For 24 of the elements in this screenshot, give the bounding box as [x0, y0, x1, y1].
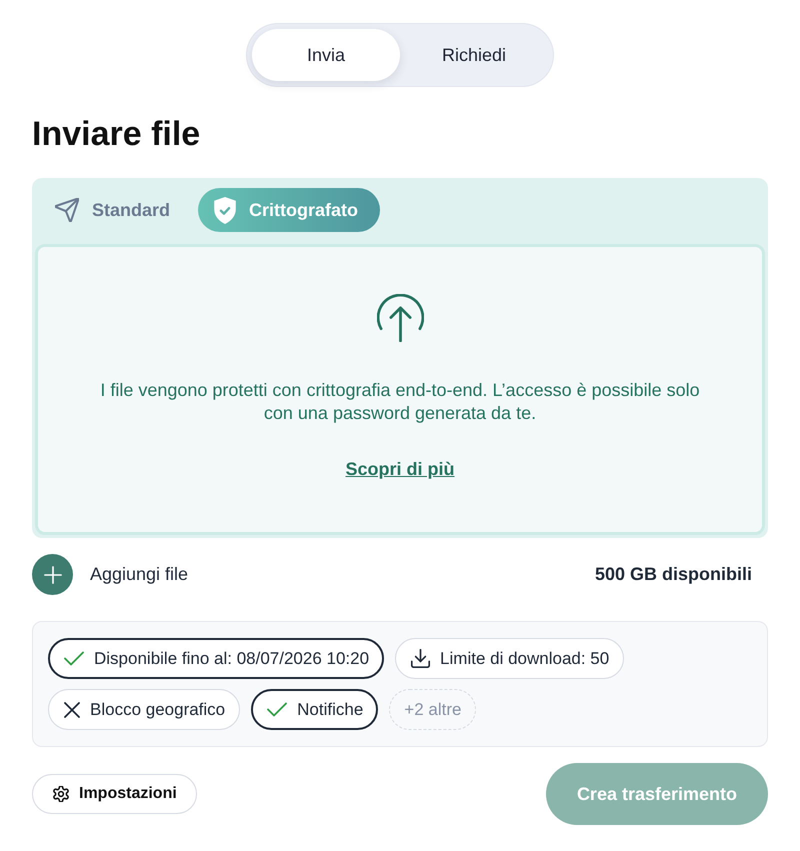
upload-icon [376, 294, 424, 342]
mode-tab[interactable]: Richiedi [400, 29, 548, 81]
shield-check-icon [214, 196, 236, 224]
option-chip[interactable]: Limite di download: 50 [395, 638, 624, 679]
option-chip[interactable]: Notifiche [251, 689, 378, 730]
option-chip[interactable]: Blocco geografico [48, 689, 240, 730]
paper-plane-icon [55, 198, 79, 222]
learn-more-link[interactable]: Scopri di più [345, 459, 454, 480]
check-icon [267, 702, 288, 717]
mode-tab[interactable]: Invia [252, 29, 400, 81]
plus-icon [44, 566, 62, 584]
storage-available: 500 GB disponibili [594, 564, 752, 585]
check-icon [64, 651, 84, 666]
add-file-label[interactable]: Aggiungi file [90, 564, 188, 585]
page-title: Inviare file [32, 114, 202, 154]
settings-icon [53, 786, 69, 802]
option-chip[interactable]: Disponibile fino al: 08/07/2026 10:20 [48, 638, 384, 679]
transfer-type-tab[interactable]: Standard [55, 188, 188, 232]
close-icon [64, 702, 80, 718]
drop-zone[interactable]: I file vengono protetti con crittografia end-to-end. L’accesso è possibile solo con una password generata da te. Scopri di più [35, 244, 765, 535]
encryption-description: I file vengono protetti con crittografia end-to-end. L’accesso è possibile solo con una password generata da te. [99, 379, 701, 425]
settings-button[interactable]: Impostazioni [32, 774, 197, 814]
add-file-button[interactable] [32, 554, 73, 595]
download-icon [411, 649, 430, 668]
